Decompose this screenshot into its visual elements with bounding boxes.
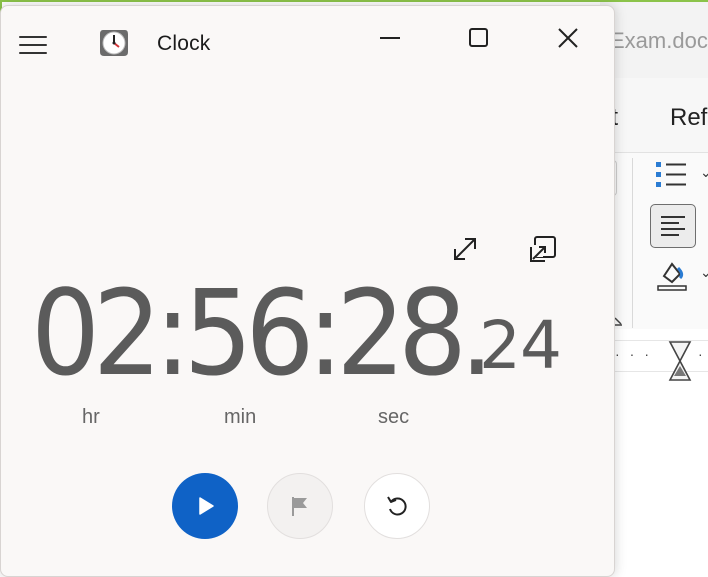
unit-hr-label: hr: [82, 406, 100, 428]
keep-on-top-icon[interactable]: [525, 231, 561, 267]
stopwatch-main-digits: 02:56:28.: [31, 264, 494, 402]
play-icon: [199, 497, 214, 515]
word-document-title[interactable]: Exam.doc: [610, 28, 708, 54]
clock-app-icon: [100, 30, 128, 56]
lap-button[interactable]: [267, 473, 333, 539]
align-left-icon[interactable]: [650, 204, 696, 248]
clock-window: Clock 02:56:28. 24 hr min sec: [0, 5, 615, 577]
stopwatch-time: 02:56:28. 24: [31, 264, 562, 402]
reset-icon: [387, 496, 407, 516]
ruler-mark: ·: [698, 346, 703, 362]
minimize-button[interactable]: [367, 18, 413, 58]
hamburger-menu-icon[interactable]: [19, 34, 49, 56]
expand-icon[interactable]: [447, 231, 483, 267]
maximize-button[interactable]: [456, 18, 502, 58]
flag-icon: [292, 497, 307, 516]
ribbon-separator: [632, 158, 633, 328]
bulleted-list-icon[interactable]: [656, 160, 690, 190]
ruler-ticks: ···: [615, 346, 659, 362]
hourglass-icon: [668, 341, 692, 381]
play-button[interactable]: [172, 473, 238, 539]
reset-button[interactable]: [364, 473, 430, 539]
close-button[interactable]: [545, 18, 591, 58]
app-title: Clock: [157, 32, 211, 55]
unit-sec-label: sec: [378, 406, 410, 428]
chevron-down-icon[interactable]: ⌄: [700, 264, 708, 281]
menu-references-tab[interactable]: Ref: [670, 104, 707, 132]
fill-color-icon[interactable]: [656, 258, 690, 292]
chevron-down-icon[interactable]: ⌄: [700, 164, 708, 181]
stopwatch-fraction-digits: 24: [479, 307, 562, 384]
unit-min-label: min: [224, 406, 257, 428]
